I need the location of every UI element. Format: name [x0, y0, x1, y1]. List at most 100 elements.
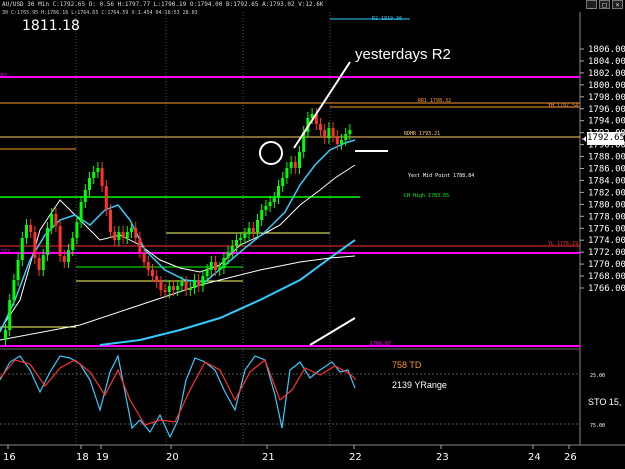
candle-body	[222, 258, 226, 268]
candle-body	[348, 130, 352, 134]
candle-body	[20, 238, 24, 260]
y-tick-label: 1772.00	[588, 248, 625, 258]
y-tick-label: 1788.00	[588, 153, 625, 163]
candle-body	[281, 178, 285, 186]
y-tick-label: 1782.00	[588, 188, 625, 198]
r1-label: RR1 1798.32	[418, 98, 452, 104]
y-tick-label: 1804.00	[588, 57, 625, 67]
chart-window[interactable]: 1806.00 1804.00 1802.00 1800.00 1798.00 1796.…	[0, 0, 625, 469]
current-price-tag: 1792.65	[587, 132, 625, 145]
candle-body	[37, 258, 41, 270]
candle-body	[117, 232, 121, 240]
candle-body	[188, 288, 192, 290]
maximize-button[interactable]: □	[599, 0, 610, 9]
td-label: 758 TD	[392, 360, 422, 370]
x-tick-label: 24	[528, 452, 541, 463]
lh-label: LH High 1783.65	[404, 193, 450, 199]
title-bar[interactable]: AU/USD 30 Min C:1792.65 O: 0.56 H:1797.7…	[0, 0, 625, 10]
close-button[interactable]: ×	[612, 0, 623, 9]
candle-body	[214, 262, 217, 270]
candle-body	[142, 252, 146, 262]
candle-body	[100, 168, 104, 186]
r2-label: R2 1810.36	[372, 16, 403, 22]
y-tick-label: 1800.00	[588, 81, 625, 91]
candle-body	[41, 255, 45, 270]
candle-body	[62, 256, 66, 262]
candle-body	[331, 128, 335, 136]
y-tick-label: 1806.00	[588, 45, 625, 55]
x-tick-label: 26	[564, 452, 577, 463]
candle-body	[243, 234, 247, 238]
osc-tick-label: 75.00	[590, 423, 605, 429]
price-chart[interactable]: 1806.00 1804.00 1802.00 1800.00 1798.00 1796.…	[0, 0, 625, 469]
candle-body	[155, 276, 159, 282]
big-price-label: 1811.18	[22, 18, 80, 34]
candle-body	[180, 282, 184, 286]
y-tick-label: 1770.00	[588, 260, 625, 270]
candle-body	[33, 232, 37, 258]
y-axis: 1806.00 1804.00 1802.00 1800.00 1798.00 1796.…	[580, 45, 625, 429]
candle-body	[235, 240, 238, 246]
candle-body	[104, 186, 108, 210]
x-tick-label: 20	[166, 452, 179, 463]
y-tick-label: 1768.00	[588, 272, 625, 282]
candle-body	[88, 178, 91, 190]
y-tick-label: 1786.00	[588, 165, 625, 175]
candle-body	[172, 286, 175, 290]
candle-body	[29, 225, 33, 232]
oscillator-panel	[0, 354, 580, 439]
candles	[4, 108, 352, 346]
candle-body	[268, 202, 272, 206]
candle-body	[184, 282, 188, 290]
candle-body	[272, 198, 276, 202]
y-tick-label: 1794.00	[588, 117, 625, 127]
candle-body	[327, 128, 331, 138]
annotation-circle	[259, 141, 283, 165]
candle-body	[323, 130, 327, 138]
r3-label: R3	[1, 73, 8, 79]
candle-body	[176, 286, 180, 290]
window-title: AU/USD 30 Min C:1792.65 O: 0.56 H:1797.7…	[2, 1, 324, 8]
candle-body	[46, 228, 49, 255]
candle-body	[247, 228, 251, 234]
candle-body	[340, 140, 343, 144]
minimize-button[interactable]: _	[586, 0, 597, 9]
sto-label: STO 15,	[588, 397, 622, 407]
candle-body	[260, 210, 264, 220]
yl-label: YL 1776.19	[548, 241, 579, 247]
candle-body	[83, 190, 87, 202]
candle-body	[293, 162, 297, 168]
y-tick-label: 1798.00	[588, 93, 625, 103]
candle-body	[218, 268, 222, 270]
candle-body	[264, 206, 268, 210]
window-controls: _ □ ×	[586, 0, 623, 10]
candle-body	[8, 300, 12, 330]
candle-body	[71, 238, 75, 250]
candle-body	[201, 276, 205, 286]
candle-body	[209, 262, 213, 270]
candle-body	[54, 214, 58, 226]
candle-body	[121, 232, 125, 238]
x-tick-label: 19	[96, 452, 109, 463]
candle-body	[113, 232, 117, 240]
rdhr-label: RDHR 1793.21	[404, 131, 441, 137]
candle-body	[289, 162, 293, 168]
candle-body	[130, 228, 133, 232]
candle-body	[67, 250, 70, 262]
candle-body	[277, 186, 280, 198]
candle-body	[167, 286, 171, 292]
x-tick-label: 21	[262, 452, 275, 463]
y-tick-label: 1784.00	[588, 176, 625, 186]
candle-body	[96, 168, 100, 172]
candle-body	[125, 232, 129, 238]
candle-body	[163, 290, 167, 292]
mid-label: Yest Mid Point 1788.84	[408, 173, 475, 179]
stoch-d-line	[0, 359, 357, 426]
x-tick-label: 18	[76, 452, 89, 463]
candle-body	[109, 210, 112, 232]
candle-body	[251, 228, 255, 232]
candle-body	[151, 270, 154, 276]
candle-body	[285, 168, 289, 178]
yrange-label: 2139 YRange	[392, 380, 447, 390]
candle-body	[4, 330, 7, 340]
